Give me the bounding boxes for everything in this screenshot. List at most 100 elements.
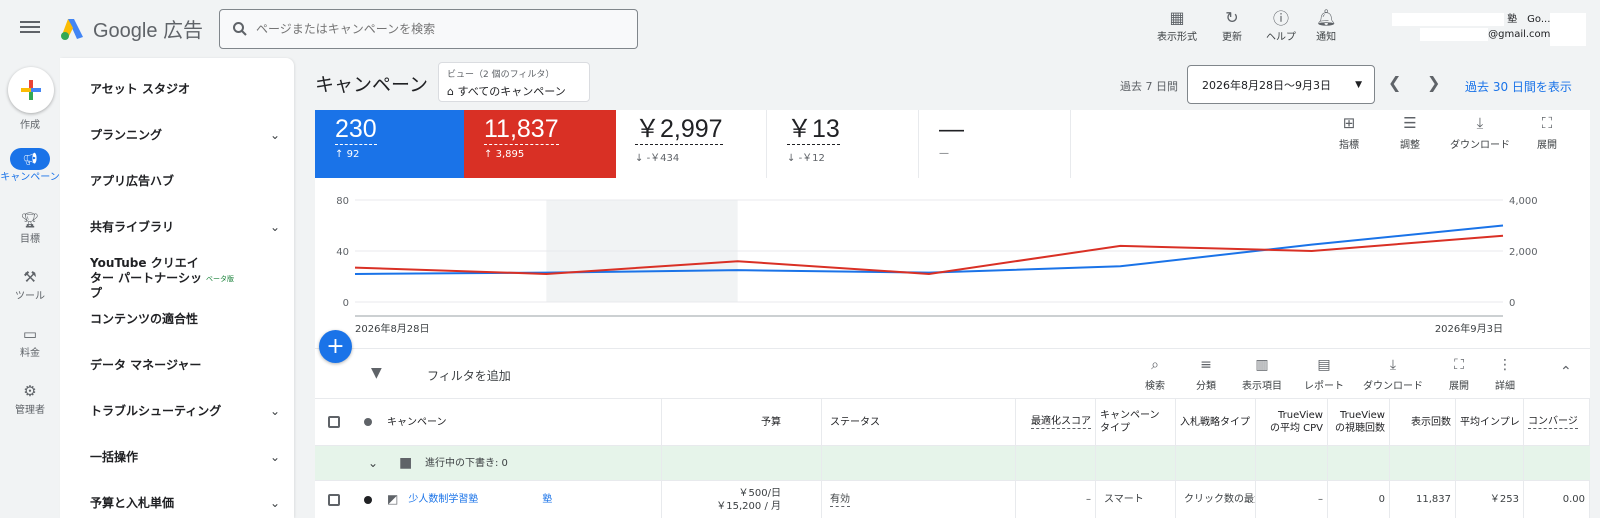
chevron-down-icon: ⌄ [269, 127, 280, 142]
sidebar-item-youtube-creator[interactable]: YouTube クリエイター パートナーシップ ベータ版 [90, 256, 280, 301]
campaign-type-cell: スマート [1096, 481, 1176, 518]
metric-cost[interactable]: ￥2,997 ↓ -￥434 [615, 110, 767, 178]
prev-period-button[interactable]: ❮ [1388, 73, 1401, 92]
download-button[interactable]: ⤓ ダウンロード [1450, 114, 1510, 151]
help-button[interactable]: ⓘ ヘルプ [1266, 6, 1296, 43]
sidebar-item-label: 一括操作 [90, 450, 139, 464]
conversions-cell: 0.00 [1524, 481, 1590, 518]
account-info[interactable]: 塾 Go... @gmail.com [1392, 12, 1550, 42]
col-budget[interactable]: 予算 [662, 399, 822, 445]
col-avg-imp[interactable]: 平均インプレ [1456, 399, 1524, 445]
col-bid-strategy[interactable]: 入札戦略タイプ [1176, 399, 1256, 445]
sidebar-item-label: 共有ライブラリ [90, 220, 175, 234]
row-checkbox[interactable] [328, 493, 340, 506]
date-range-value: 2026年8月28日〜9月3日 [1202, 78, 1331, 92]
col-opt-score[interactable]: 最適化スコア [1016, 399, 1096, 445]
collapse-button[interactable]: ⌃ [1560, 364, 1572, 384]
campaign-name-link[interactable]: 少人数制学習塾 [408, 493, 478, 506]
nav-rail: 作成 📢︎ キャンペーン 🏆︎ 目標 ⚒︎ ツール ▭ 料金 ⚙︎ 管理者 [0, 58, 60, 518]
sidebar-item-label: YouTube クリエイター パートナーシップ [90, 256, 202, 300]
sidebar-item-troubleshooting[interactable]: トラブルシューティング ⌄ [90, 402, 280, 419]
select-all-checkbox[interactable] [328, 416, 340, 428]
col-impressions[interactable]: 表示回数 [1390, 399, 1456, 445]
sidebar-item-budgets-bids[interactable]: 予算と入札単価 ⌄ [90, 494, 280, 511]
show-30-days-link[interactable]: 過去 30 日間を表示 [1465, 78, 1572, 95]
next-period-button[interactable]: ❯ [1427, 73, 1440, 92]
sidebar-item-bulk-actions[interactable]: 一括操作 ⌄ [90, 448, 280, 465]
down-arrow-icon: ↓ [787, 153, 796, 164]
metrics-button[interactable]: ⊞ 指標 [1339, 114, 1359, 151]
table-expand-button[interactable]: ⛶ 展開 [1449, 357, 1469, 392]
rail-item-admin[interactable]: ⚙︎ 管理者 [0, 381, 60, 416]
add-filter-button[interactable]: フィルタを追加 [427, 367, 511, 384]
sidebar-item-asset-studio[interactable]: アセット スタジオ [90, 80, 280, 97]
col-avg-cpv[interactable]: TrueView の平均 CPV [1256, 399, 1328, 445]
rail-item-billing[interactable]: ▭ 料金 [0, 324, 60, 359]
col-views[interactable]: TrueView の視聴回数 [1328, 399, 1390, 445]
top-bar: Google 広告 ▦ 表示形式 ↻ 更新 ⓘ ヘルプ 🔔︎ 通知 塾 Go..… [0, 0, 1600, 58]
table-download-button[interactable]: ⤓ ダウンロード [1363, 357, 1423, 392]
menu-icon[interactable] [20, 18, 40, 38]
metric-clicks[interactable]: 230 ↑ 92 [315, 110, 467, 178]
y-left-tick-label: 0 [343, 298, 349, 309]
budget-daily: ￥500/日 [738, 487, 781, 499]
adjust-button[interactable]: ☰ 調整 [1400, 114, 1420, 151]
budget-cell[interactable]: ￥500/日 ￥15,200 / 月 [662, 481, 822, 518]
sidebar-item-data-manager[interactable]: データ マネージャー [90, 356, 280, 373]
add-campaign-fab[interactable]: + [319, 330, 352, 363]
search-input[interactable] [256, 22, 616, 36]
col-campaign-type[interactable]: キャンペーン タイプ [1096, 399, 1176, 445]
google-ads-logo[interactable]: Google 広告 [59, 14, 203, 43]
download-icon: ⤓ [1389, 357, 1397, 373]
create-button[interactable] [8, 67, 54, 113]
refresh-button[interactable]: ↻ 更新 [1222, 6, 1242, 44]
chevron-down-icon[interactable]: ⌄ [353, 446, 393, 480]
status-cell[interactable]: 有効 [822, 481, 1016, 518]
budget-monthly: ￥15,200 / 月 [716, 500, 781, 512]
tune-icon: ☰ [1403, 114, 1417, 132]
rail-item-tools[interactable]: ⚒︎ ツール [0, 267, 60, 302]
download-icon: ⤓ [1476, 114, 1484, 132]
view-selector[interactable]: ビュー（2 個のフィルタ） ⌂ すべてのキャンペーン [438, 62, 590, 102]
metric-impressions[interactable]: 11,837 ↑ 3,895 [464, 110, 616, 178]
search-box[interactable] [219, 9, 638, 49]
expand-button[interactable]: ⛶ 展開 [1537, 114, 1557, 151]
date-range-picker[interactable]: 2026年8月28日〜9月3日 ▼ [1187, 65, 1375, 104]
reports-button[interactable]: ▤ レポート [1304, 357, 1344, 392]
notification-button[interactable]: 🔔︎ 通知 [1316, 6, 1336, 44]
rail-item-campaigns[interactable]: 📢︎ キャンペーン [0, 148, 60, 183]
col-conversions[interactable]: コンバージ [1524, 399, 1590, 445]
tool-label: 展開 [1537, 140, 1557, 151]
sidebar-item-planning[interactable]: プランニング ⌄ [90, 126, 280, 143]
metric-empty[interactable]: — — [919, 110, 1071, 178]
more-button[interactable]: ⋮ 詳細 [1495, 357, 1515, 392]
table-row[interactable]: ◩ 少人数制学習塾 塾 ￥500/日 ￥15,200 / 月 有効 – スマート… [315, 480, 1590, 518]
appearance-button[interactable]: ▦ 表示形式 [1157, 6, 1197, 44]
metric-value: ￥2,997 [635, 115, 723, 145]
avatar[interactable] [1550, 13, 1586, 46]
rail-item-label: キャンペーン [0, 172, 60, 183]
metric-avg-cpc[interactable]: ￥13 ↓ -￥12 [767, 110, 919, 178]
tools-panel: アセット スタジオ プランニング ⌄ アプリ広告ハブ 共有ライブラリ ⌄ YouTu… [60, 58, 294, 518]
columns-button[interactable]: ▥ 表示項目 [1242, 357, 1282, 392]
series-line-2 [354, 234, 1504, 275]
drafts-group-row[interactable]: ⌄ ■ 進行中の下書き: 0 [315, 445, 1590, 480]
col-campaign[interactable]: キャンペーン [383, 399, 662, 445]
metric-value: ￥13 [787, 115, 840, 145]
sidebar-item-label: 予算と入札単価 [90, 496, 175, 510]
segment-button[interactable]: ≡ 分類 [1196, 357, 1216, 392]
filter-icon[interactable]: ▼ [371, 365, 382, 381]
metric-delta: -￥434 [646, 153, 680, 164]
page-title: キャンペーン [315, 74, 429, 96]
performance-chart: 80 40 0 4,000 2,000 0 2026年8月28日 2026年9月3日 [336, 196, 1537, 335]
sidebar-item-shared-library[interactable]: 共有ライブラリ ⌄ [90, 218, 280, 235]
search-table-button[interactable]: ⌕ 検索 [1145, 357, 1165, 392]
column-header: 予算 [761, 416, 781, 428]
col-status[interactable]: ステータス [822, 399, 1016, 445]
beta-badge: ベータ版 [206, 274, 234, 283]
sidebar-item-content-suitability[interactable]: コンテンツの適合性 [90, 310, 280, 327]
metric-value: — [939, 115, 964, 143]
gear-icon: ⚙︎ [23, 382, 37, 400]
rail-item-goals[interactable]: 🏆︎ 目標 [0, 210, 60, 245]
sidebar-item-app-ads-hub[interactable]: アプリ広告ハブ [90, 172, 280, 189]
